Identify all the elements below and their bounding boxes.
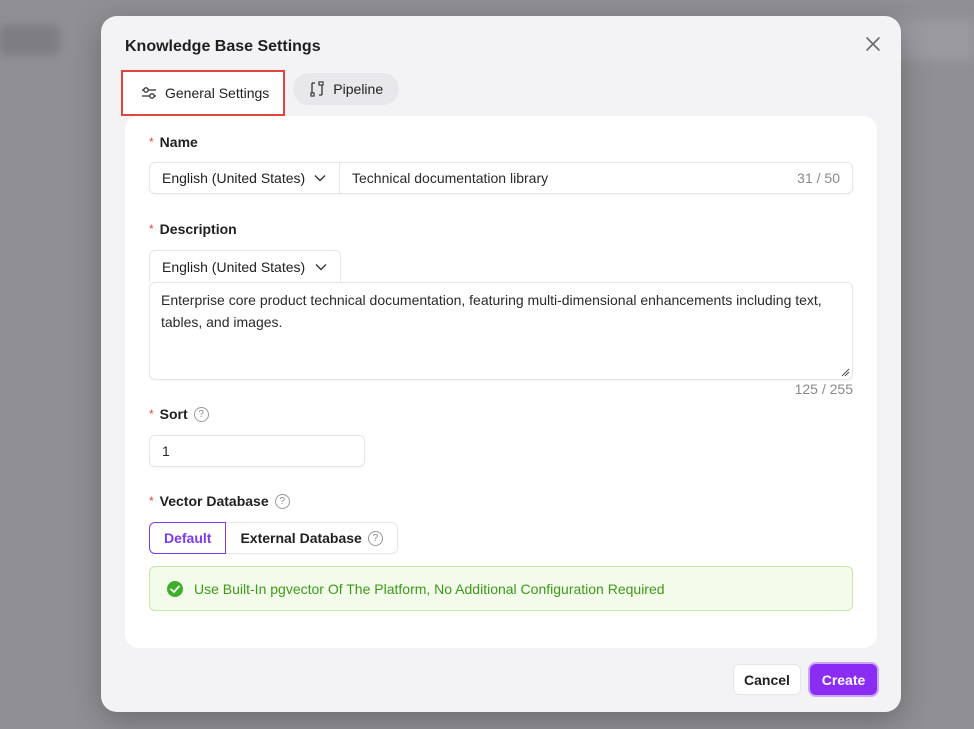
general-settings-panel: * Name English (United States) Technical… — [125, 116, 877, 648]
option-default[interactable]: Default — [149, 522, 227, 554]
name-language-select[interactable]: English (United States) — [150, 163, 340, 193]
vector-database-info-alert: Use Built-In pgvector Of The Platform, N… — [149, 566, 853, 611]
tab-general-settings-label: General Settings — [165, 85, 270, 101]
cancel-button[interactable]: Cancel — [733, 664, 801, 695]
name-char-counter: 31 / 50 — [797, 170, 840, 186]
vector-database-label: * Vector Database ? — [149, 493, 290, 509]
description-label: * Description — [149, 221, 237, 237]
name-input[interactable]: Technical documentation library 31 / 50 — [340, 163, 852, 193]
required-marker: * — [149, 222, 154, 236]
vector-database-info-text: Use Built-In pgvector Of The Platform, N… — [194, 580, 665, 597]
required-marker: * — [149, 407, 154, 421]
chevron-down-icon — [315, 263, 327, 270]
chevron-down-icon — [314, 175, 326, 182]
name-label: * Name — [149, 134, 198, 150]
tab-general-settings[interactable]: General Settings — [121, 70, 286, 116]
resize-handle-icon[interactable] — [840, 367, 850, 377]
description-language-select[interactable]: English (United States) — [149, 250, 341, 282]
pipeline-icon — [310, 81, 324, 97]
create-button[interactable]: Create — [810, 664, 877, 695]
tab-pipeline[interactable]: Pipeline — [293, 73, 400, 105]
vector-database-selector: Default External Database ? — [149, 522, 398, 554]
knowledge-base-settings-modal: Knowledge Base Settings General Settings… — [101, 16, 901, 712]
check-circle-icon — [167, 580, 183, 597]
help-icon[interactable]: ? — [367, 530, 383, 546]
backdrop-content — [0, 25, 60, 55]
sort-label: * Sort ? — [149, 406, 209, 422]
required-marker: * — [149, 494, 154, 508]
help-icon[interactable]: ? — [274, 493, 290, 509]
close-button[interactable] — [863, 34, 883, 54]
sort-input[interactable]: 1 — [149, 435, 365, 467]
description-textarea[interactable]: Enterprise core product technical docume… — [149, 282, 853, 380]
modal-title: Knowledge Base Settings — [125, 38, 321, 55]
tab-pipeline-label: Pipeline — [333, 81, 384, 97]
name-field-row: English (United States) Technical docume… — [149, 162, 853, 194]
backdrop-content-right — [894, 20, 974, 60]
help-icon[interactable]: ? — [193, 406, 209, 422]
close-icon — [866, 37, 880, 51]
option-external-database[interactable]: External Database ? — [226, 522, 398, 554]
required-marker: * — [149, 135, 154, 149]
description-char-counter: 125 / 255 — [794, 381, 853, 397]
sliders-icon — [142, 87, 156, 99]
tabs: General Settings Pipeline — [121, 70, 400, 116]
